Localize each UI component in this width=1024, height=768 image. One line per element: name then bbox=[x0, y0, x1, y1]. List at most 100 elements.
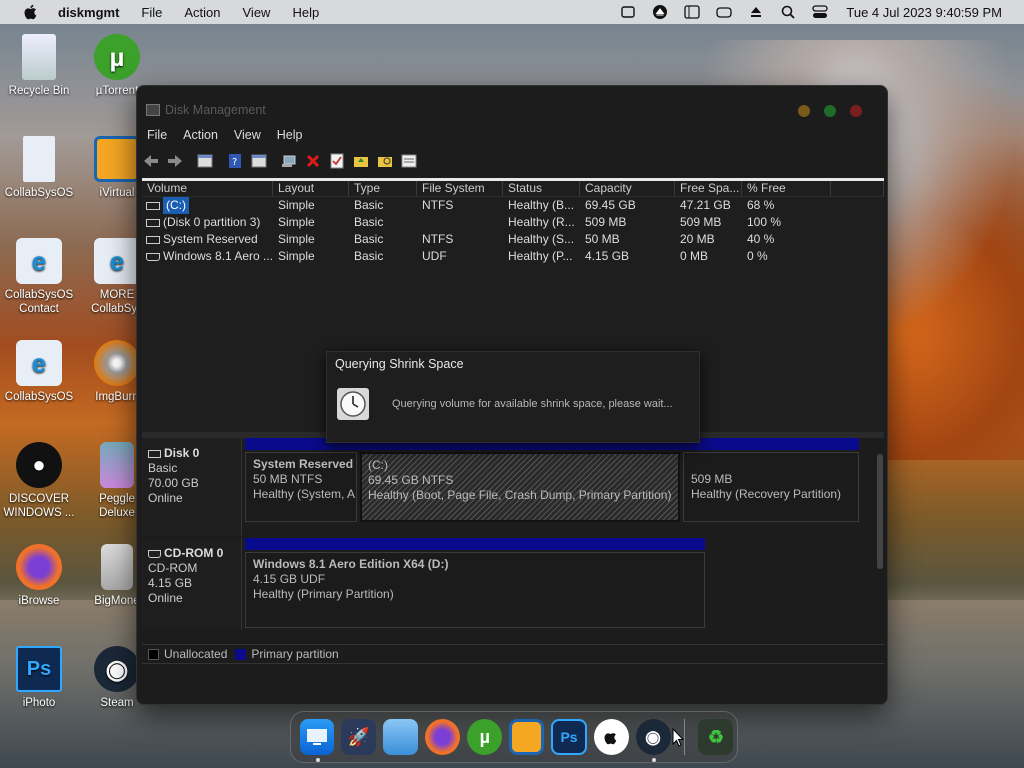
delete-icon[interactable] bbox=[305, 153, 321, 169]
volume-icon bbox=[146, 218, 160, 227]
gamepad-icon[interactable] bbox=[716, 4, 733, 20]
col-layout[interactable]: Layout bbox=[273, 181, 349, 196]
finder-icon[interactable] bbox=[299, 719, 335, 762]
col-percent-free[interactable]: % Free bbox=[742, 181, 831, 196]
folder-up-icon[interactable] bbox=[353, 153, 369, 169]
menubar-action[interactable]: Action bbox=[184, 5, 220, 20]
menu-help[interactable]: Help bbox=[277, 128, 303, 142]
recycle-bin-icon bbox=[22, 34, 56, 80]
volume-icon bbox=[146, 235, 160, 244]
partition-recovery[interactable]: 509 MB Healthy (Recovery Partition) bbox=[683, 452, 859, 522]
disk-management-window: Disk Management File Action View Help ? … bbox=[136, 85, 888, 705]
desktop-icon-iphoto[interactable]: Ps iPhoto bbox=[0, 646, 78, 710]
col-capacity[interactable]: Capacity bbox=[580, 181, 675, 196]
apple-menu-icon[interactable] bbox=[22, 3, 40, 21]
volume-row[interactable]: Windows 8.1 Aero ... Simple Basic UDF He… bbox=[142, 248, 884, 265]
ie-icon: e bbox=[16, 340, 62, 386]
menubar-help[interactable]: Help bbox=[292, 5, 319, 20]
cdrom-label[interactable]: CD-ROM 0 CD-ROM 4.15 GB Online bbox=[142, 538, 242, 630]
desktop-icon-ibrowse[interactable]: iBrowse bbox=[0, 544, 78, 608]
volume-type: Basic bbox=[354, 198, 384, 212]
partition-d-drive[interactable]: Windows 8.1 Aero Edition X64 (D:) 4.15 G… bbox=[245, 552, 705, 628]
virtualbox-icon[interactable] bbox=[509, 719, 545, 755]
col-free-space[interactable]: Free Spa... bbox=[675, 181, 742, 196]
col-status[interactable]: Status bbox=[503, 181, 580, 196]
volume-list-header: Volume Layout Type File System Status Ca… bbox=[142, 181, 884, 197]
dock-separator bbox=[684, 719, 685, 755]
menu-view[interactable]: View bbox=[234, 128, 261, 142]
volume-free: 0 MB bbox=[680, 249, 709, 263]
firefox-icon bbox=[16, 544, 62, 590]
folder-search-icon[interactable] bbox=[377, 153, 393, 169]
zoom-button[interactable] bbox=[824, 105, 836, 117]
volume-row[interactable]: (Disk 0 partition 3) Simple Basic Health… bbox=[142, 214, 884, 231]
launchpad-icon[interactable]: 🚀 bbox=[341, 719, 377, 755]
desktop-icon-collabsysos-doc[interactable]: CollabSysOS bbox=[0, 136, 78, 200]
menu-bar: diskmgmt File Action View Help Tue 4 Jul… bbox=[0, 0, 1024, 24]
folder-icon[interactable] bbox=[383, 719, 419, 755]
desktop-icon-collabsysos-ie[interactable]: e CollabSysOS bbox=[0, 340, 78, 404]
bigmoney-icon bbox=[101, 544, 133, 590]
menubar-view[interactable]: View bbox=[243, 5, 271, 20]
firefox-icon[interactable] bbox=[425, 719, 461, 755]
partition-bar bbox=[245, 538, 705, 550]
window-titlebar[interactable]: Disk Management bbox=[137, 86, 887, 126]
help-icon[interactable]: ? bbox=[227, 153, 243, 169]
connect-disk-icon[interactable] bbox=[281, 153, 297, 169]
close-button[interactable] bbox=[850, 105, 862, 117]
disk-graphical-view: Disk 0 Basic 70.00 GB Online System Rese… bbox=[142, 438, 872, 638]
steam-icon[interactable]: ◉ bbox=[635, 719, 671, 762]
menu-file[interactable]: File bbox=[147, 128, 167, 142]
cdrom-icon bbox=[148, 549, 161, 558]
volume-type: Basic bbox=[354, 249, 384, 263]
forward-arrow-icon[interactable] bbox=[167, 153, 183, 169]
volume-capacity: 69.45 GB bbox=[585, 198, 636, 212]
volume-row[interactable]: System Reserved Simple Basic NTFS Health… bbox=[142, 231, 884, 248]
volume-row[interactable]: (C:) Simple Basic NTFS Healthy (B... 69.… bbox=[142, 197, 884, 214]
menubar-app-name[interactable]: diskmgmt bbox=[58, 5, 119, 20]
minimize-button[interactable] bbox=[798, 105, 810, 117]
menubar-clock[interactable]: Tue 4 Jul 2023 9:40:59 PM bbox=[846, 5, 1002, 20]
sidebar-icon[interactable] bbox=[684, 4, 701, 20]
list-view-icon[interactable] bbox=[401, 153, 417, 169]
trash-icon[interactable]: ♻ bbox=[698, 719, 734, 755]
legend: Unallocated Primary partition bbox=[142, 644, 884, 664]
toolbar: ? bbox=[143, 150, 425, 172]
col-type[interactable]: Type bbox=[349, 181, 417, 196]
volume-fs bbox=[417, 214, 503, 231]
desktop-icon-discover-windows[interactable]: ● DISCOVER WINDOWS ... bbox=[0, 442, 78, 520]
volume-name: (Disk 0 partition 3) bbox=[163, 215, 261, 229]
volume-layout: Simple bbox=[278, 249, 315, 263]
eject-circle-icon[interactable] bbox=[652, 4, 668, 20]
search-icon[interactable] bbox=[780, 4, 796, 20]
partition-c-drive[interactable]: (C:) 69.45 GB NTFS Healthy (Boot, Page F… bbox=[360, 452, 680, 522]
volume-pct-free: 100 % bbox=[747, 215, 782, 229]
col-volume[interactable]: Volume bbox=[142, 181, 273, 196]
volume-layout: Simple bbox=[278, 198, 315, 212]
vertical-scrollbar[interactable] bbox=[877, 454, 883, 569]
imgburn-icon bbox=[94, 340, 140, 386]
volume-capacity: 4.15 GB bbox=[585, 249, 630, 263]
back-arrow-icon[interactable] bbox=[143, 153, 159, 169]
disk-label[interactable]: Disk 0 Basic 70.00 GB Online bbox=[142, 438, 242, 536]
ie-icon: e bbox=[94, 238, 140, 284]
keyboard-icon[interactable] bbox=[620, 4, 636, 20]
desktop-icon-collabsysos-contact[interactable]: e CollabSysOS Contact bbox=[0, 238, 78, 316]
partition-system-reserved[interactable]: System Reserved 50 MB NTFS Healthy (Syst… bbox=[245, 452, 357, 522]
check-icon[interactable] bbox=[329, 153, 345, 169]
photoshop-icon[interactable]: Ps bbox=[551, 719, 587, 755]
utorrent-icon[interactable]: µ bbox=[467, 719, 503, 755]
menu-action[interactable]: Action bbox=[183, 128, 218, 142]
volume-free: 47.21 GB bbox=[680, 198, 731, 212]
col-file-system[interactable]: File System bbox=[417, 181, 503, 196]
properties-icon[interactable] bbox=[251, 153, 267, 169]
desktop-icon-recycle-bin[interactable]: Recycle Bin bbox=[0, 34, 78, 98]
apple-icon[interactable] bbox=[593, 719, 629, 755]
cdrom-row: CD-ROM 0 CD-ROM 4.15 GB Online Windows 8… bbox=[142, 538, 862, 630]
control-center-icon[interactable] bbox=[812, 4, 829, 20]
volume-pct-free: 68 % bbox=[747, 198, 775, 212]
menubar-file[interactable]: File bbox=[141, 5, 162, 20]
volume-free: 509 MB bbox=[680, 215, 722, 229]
show-hide-console-tree-icon[interactable] bbox=[197, 153, 213, 169]
eject-icon[interactable] bbox=[748, 4, 764, 20]
